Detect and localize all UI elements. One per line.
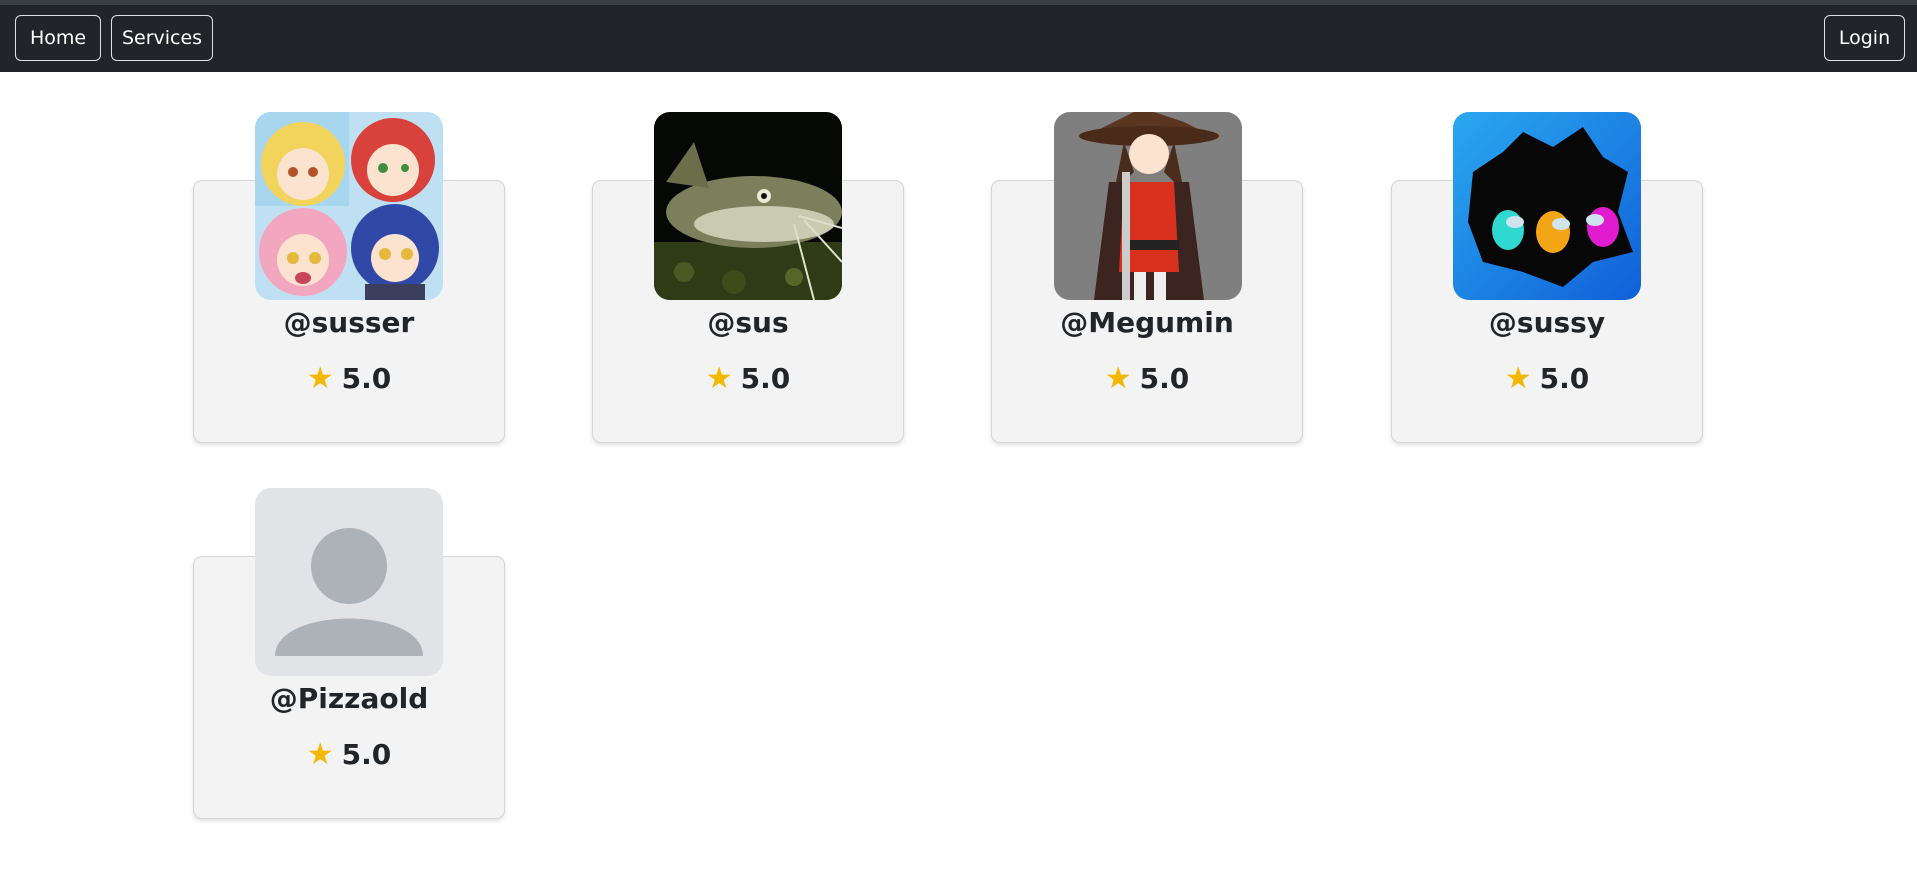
navbar: Home Services Login [0,5,1917,72]
rating-value: 5.0 [740,362,791,395]
profile-avatar[interactable] [255,112,443,300]
profile-rating: ★ 5.0 [1391,362,1703,395]
rating-value: 5.0 [341,738,392,771]
profile-username[interactable]: @sussy [1391,306,1703,339]
profile-avatar[interactable] [1453,112,1641,300]
profile-username[interactable]: @sus [592,306,904,339]
anime-group-avatar-image [255,112,443,300]
profile-rating: ★ 5.0 [193,362,505,395]
profile-username[interactable]: @Pizzaold [193,682,505,715]
rating-value: 5.0 [341,362,392,395]
rating-value: 5.0 [1539,362,1590,395]
services-button[interactable]: Services [111,15,213,61]
profile-avatar[interactable] [255,488,443,676]
profile-rating: ★ 5.0 [991,362,1303,395]
witch-avatar-image [1054,112,1242,300]
login-button[interactable]: Login [1824,15,1905,61]
home-button[interactable]: Home [15,15,101,61]
profile-username[interactable]: @Megumin [991,306,1303,339]
crewmates-avatar-image [1453,112,1641,300]
catfish-avatar-image [654,112,842,300]
rating-value: 5.0 [1139,362,1190,395]
star-icon: ★ [1504,360,1532,396]
profile-avatar[interactable] [1054,112,1242,300]
profile-username[interactable]: @susser [193,306,505,339]
profile-avatar[interactable] [654,112,842,300]
star-icon: ★ [306,360,334,396]
profile-rating: ★ 5.0 [193,738,505,771]
profile-rating: ★ 5.0 [592,362,904,395]
star-icon: ★ [1104,360,1132,396]
star-icon: ★ [705,360,733,396]
star-icon: ★ [306,736,334,772]
default-user-avatar-icon [255,488,443,676]
